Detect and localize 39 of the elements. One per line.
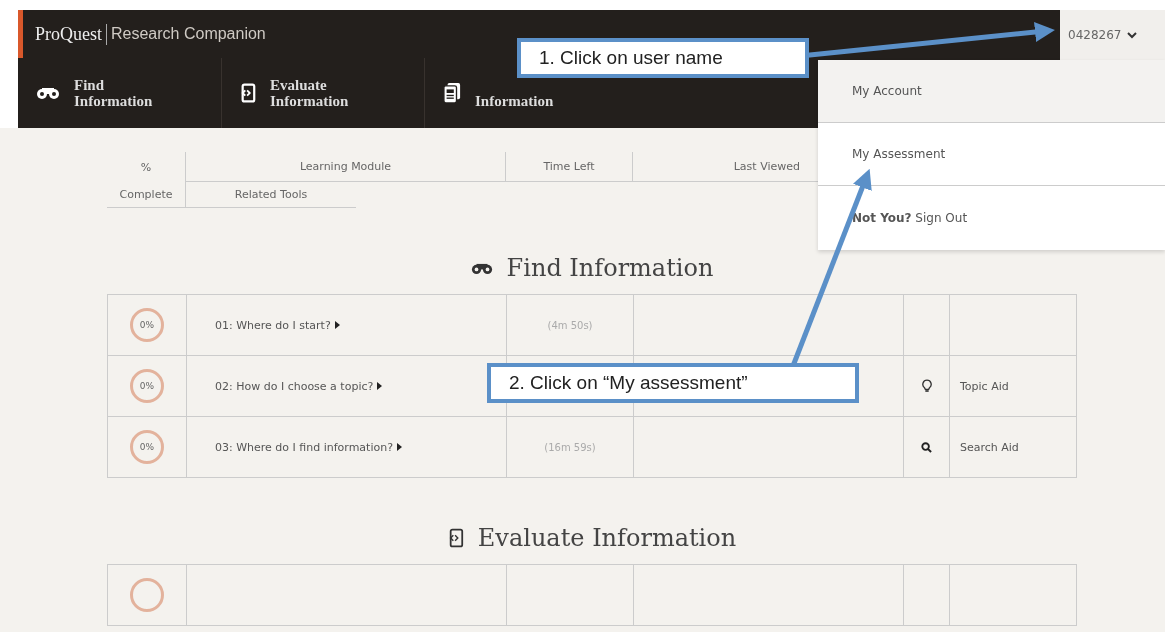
section-title: Find Information xyxy=(506,254,714,282)
column-header: % xyxy=(139,159,153,176)
chevron-down-icon xyxy=(1127,31,1138,39)
lightbulb-icon xyxy=(921,379,932,393)
play-icon xyxy=(377,382,383,390)
menu-item[interactable]: My Account xyxy=(818,60,1165,123)
search-icon xyxy=(921,441,932,453)
tool-link[interactable]: Search Aid xyxy=(960,440,1019,454)
documents-icon xyxy=(443,82,461,104)
binoculars-icon xyxy=(36,86,60,100)
tool-link[interactable]: Topic Aid xyxy=(960,379,1009,393)
menu-item[interactable]: Not You? Sign Out xyxy=(818,186,1165,249)
play-icon xyxy=(334,321,340,329)
module-link[interactable]: 01: Where do I start? xyxy=(215,318,331,332)
nav-tab[interactable]: Find Information xyxy=(18,58,222,128)
time-left: (4m 50s) xyxy=(547,319,593,331)
column-header: Related Tools xyxy=(185,182,356,208)
progress-ring: 0% xyxy=(130,430,164,464)
brand-logo[interactable]: ProQuest xyxy=(35,23,107,45)
progress-ring xyxy=(130,578,164,612)
time-left: (16m 59s) xyxy=(544,441,596,453)
section-title: Evaluate Information xyxy=(477,524,737,552)
evaluate-icon xyxy=(240,83,256,103)
product-name: Research Companion xyxy=(111,25,266,43)
module-link[interactable]: 02: How do I choose a topic? xyxy=(215,379,374,393)
evaluate-icon xyxy=(447,528,464,548)
column-header: Complete xyxy=(107,182,185,208)
callout-box: 1. Click on user name xyxy=(517,38,809,78)
play-icon xyxy=(397,443,402,451)
column-header: Time Left xyxy=(505,152,632,182)
nav-tab[interactable]: Evaluate Information xyxy=(222,58,425,128)
user-menu-button[interactable]: 0428267 xyxy=(1068,28,1122,42)
progress-ring: 0% xyxy=(130,308,164,342)
module-link[interactable]: 03: Where do I find information? xyxy=(215,440,393,454)
menu-item[interactable]: My Assessment xyxy=(818,123,1165,186)
callout-box: 2. Click on “My assessment” xyxy=(487,363,859,403)
column-header: Learning Module xyxy=(185,152,505,182)
progress-ring: 0% xyxy=(130,369,164,403)
binoculars-icon xyxy=(470,261,493,275)
